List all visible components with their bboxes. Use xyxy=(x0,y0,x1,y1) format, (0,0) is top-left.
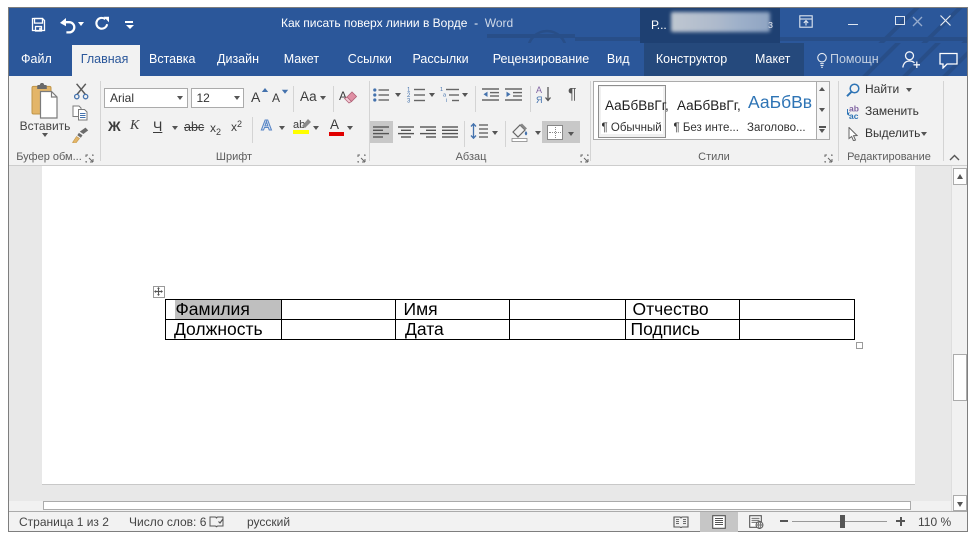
svg-text:i: i xyxy=(446,98,447,103)
svg-text:3: 3 xyxy=(407,99,411,104)
svg-text:А: А xyxy=(339,89,347,103)
svg-text:ac: ac xyxy=(849,111,859,119)
svg-text:Я: Я xyxy=(536,95,543,104)
svg-text:А: А xyxy=(536,85,542,95)
